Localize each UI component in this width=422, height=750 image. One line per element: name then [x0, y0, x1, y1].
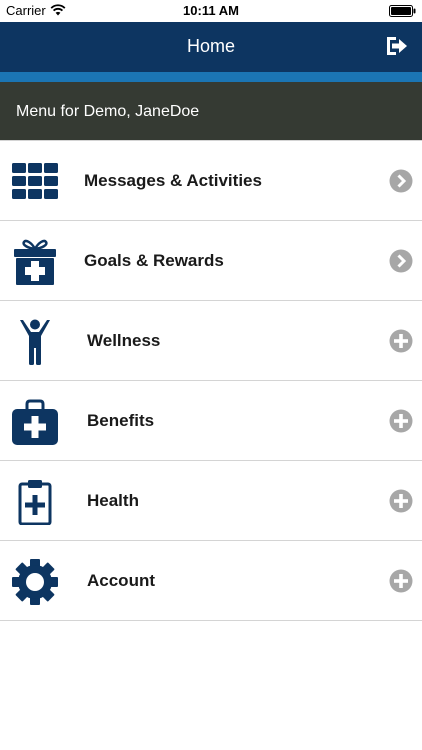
menu-item-label: Goals & Rewards [84, 251, 224, 270]
menu-item-benefits[interactable]: Benefits [0, 381, 422, 461]
menu-item-label: Account [87, 571, 155, 590]
status-time: 10:11 AM [183, 3, 239, 18]
menu-header-text: Menu for Demo, JaneDoe [16, 103, 200, 120]
plus-icon[interactable] [389, 409, 413, 433]
menu-item-goals-rewards[interactable]: Goals & Rewards [0, 221, 422, 301]
grid-icon [12, 163, 58, 199]
menu-item-label: Benefits [87, 411, 155, 430]
menu-item-label: Health [87, 491, 139, 510]
chevron-right-icon[interactable] [389, 249, 413, 273]
nav-bar: Home [0, 22, 422, 72]
menu-header: Menu for Demo, JaneDoe [0, 82, 422, 140]
gift-icon [14, 239, 56, 285]
plus-icon[interactable] [389, 569, 413, 593]
page-title: Home [186, 36, 235, 56]
menu-item-health[interactable]: Health [0, 461, 422, 541]
logout-icon[interactable] [384, 35, 408, 57]
menu-item-label: Messages & Activities [84, 171, 262, 190]
menu-item-messages-activities[interactable]: Messages & Activities [0, 141, 422, 221]
plus-icon[interactable] [389, 329, 413, 353]
gear-icon [12, 559, 58, 605]
medical-bag-icon [12, 399, 58, 445]
plus-icon[interactable] [389, 489, 413, 513]
menu-list: Messages & Activities Goals & Rewards We… [0, 141, 422, 621]
battery-icon [389, 5, 416, 17]
accent-strip [0, 72, 422, 82]
menu-item-wellness[interactable]: Wellness [0, 301, 422, 381]
clipboard-plus-icon [18, 480, 52, 525]
person-icon [20, 319, 50, 365]
status-bar: Carrier 10:11 AM [0, 0, 422, 22]
chevron-right-icon[interactable] [389, 169, 413, 193]
menu-item-label: Wellness [87, 331, 161, 350]
menu-item-account[interactable]: Account [0, 541, 422, 621]
